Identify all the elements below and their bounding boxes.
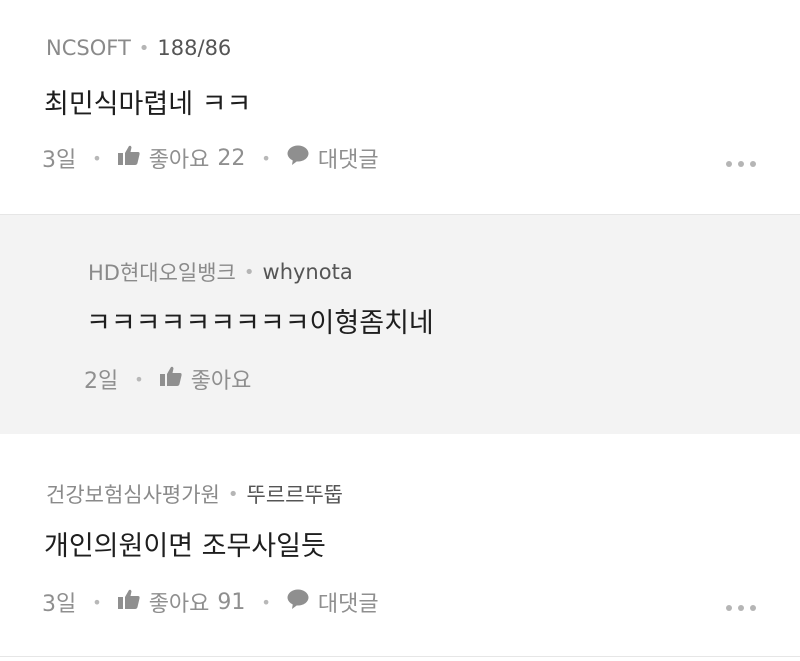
speech-bubble-icon: [287, 145, 309, 171]
author-nickname[interactable]: 뚜르르뚜뚭: [247, 479, 344, 509]
author-company[interactable]: 건강보험심사평가원: [46, 479, 220, 509]
thumbs-up-icon: [117, 145, 140, 171]
action-separator: •: [261, 148, 271, 168]
comment-actions: 3일 • 좋아요 22 • 대댓글: [42, 142, 379, 174]
divider: [0, 656, 800, 657]
comment-item: NCSOFT • 188/86 최민식마렵네 ㅋㅋ 3일 • 좋아요 22 • …: [0, 0, 800, 214]
comment-time: 3일: [42, 148, 77, 173]
author-nickname[interactable]: whynota: [263, 260, 353, 284]
reply-button[interactable]: 대댓글: [287, 142, 379, 174]
more-options-icon[interactable]: [726, 161, 756, 167]
like-button[interactable]: 좋아요: [159, 363, 252, 395]
more-options-icon[interactable]: [726, 605, 756, 611]
comment-time: 3일: [42, 592, 77, 617]
comment-actions: 3일 • 좋아요 91 • 대댓글: [42, 586, 379, 618]
comment-meta: NCSOFT • 188/86: [46, 36, 231, 60]
thumbs-up-icon: [117, 589, 140, 615]
action-separator: •: [134, 369, 144, 389]
like-button[interactable]: 좋아요 22: [117, 142, 246, 174]
meta-separator: •: [138, 37, 150, 59]
reply-button[interactable]: 대댓글: [287, 586, 379, 618]
comment-time: 2일: [84, 369, 119, 394]
like-button[interactable]: 좋아요 91: [117, 586, 246, 618]
action-separator: •: [92, 148, 102, 168]
meta-separator: •: [227, 483, 239, 505]
reply-label: 대댓글: [317, 148, 379, 173]
speech-bubble-icon: [287, 589, 309, 615]
comment-item: 건강보험심사평가원 • 뚜르르뚜뚭 개인의원이면 조무사일듯 3일 • 좋아요 …: [0, 434, 800, 661]
like-label: 좋아요: [148, 592, 210, 617]
like-label: 좋아요: [148, 148, 210, 173]
reply-label: 대댓글: [317, 592, 379, 617]
author-nickname[interactable]: 188/86: [157, 36, 231, 60]
like-label: 좋아요: [190, 369, 252, 394]
comment-body: ㅋㅋㅋㅋㅋㅋㅋㅋㅋ이형좀치네: [86, 308, 434, 339]
author-company[interactable]: NCSOFT: [46, 36, 131, 60]
meta-separator: •: [243, 261, 255, 283]
comment-body: 개인의원이면 조무사일듯: [44, 531, 326, 562]
comment-actions: 2일 • 좋아요: [84, 363, 251, 395]
action-separator: •: [92, 592, 102, 612]
action-separator: •: [261, 592, 271, 612]
comment-body: 최민식마렵네 ㅋㅋ: [44, 89, 252, 120]
comment-meta: 건강보험심사평가원 • 뚜르르뚜뚭: [46, 479, 343, 509]
comment-meta: HD현대오일뱅크 • whynota: [88, 257, 353, 287]
like-count: 91: [217, 589, 246, 615]
thumbs-up-icon: [159, 366, 182, 392]
reply-comment-item: HD현대오일뱅크 • whynota ㅋㅋㅋㅋㅋㅋㅋㅋㅋ이형좀치네 2일 • 좋…: [0, 214, 800, 434]
like-count: 22: [217, 145, 246, 171]
author-company[interactable]: HD현대오일뱅크: [88, 257, 236, 287]
